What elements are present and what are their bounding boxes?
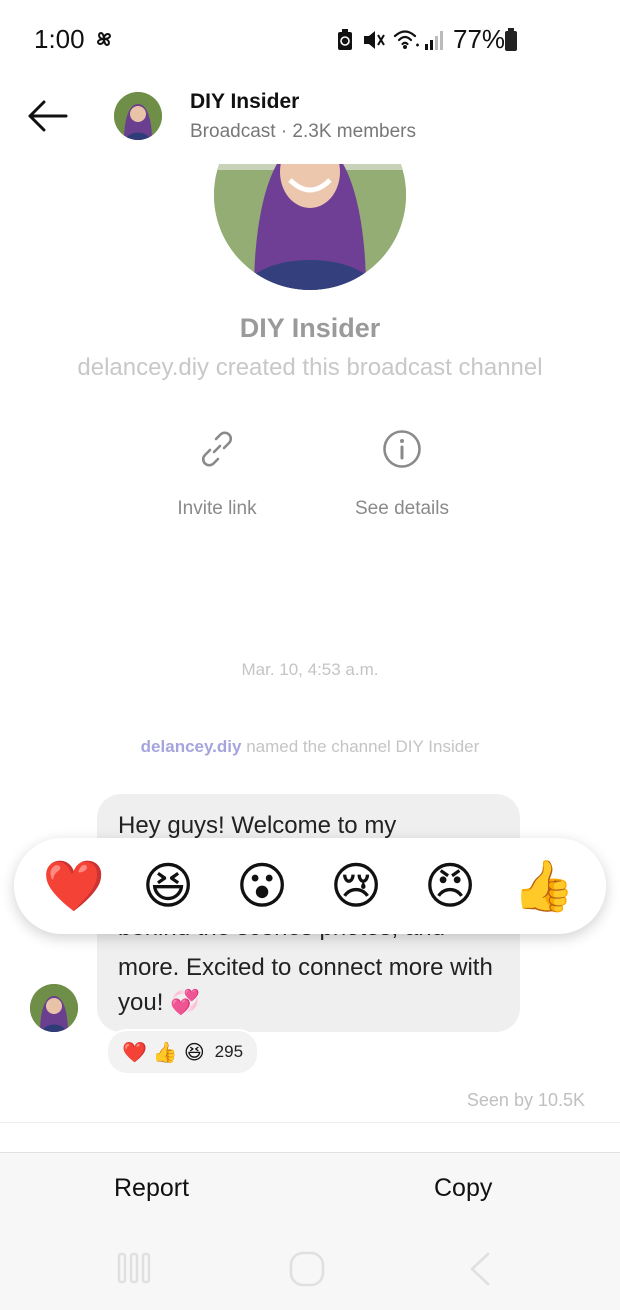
divider bbox=[0, 1122, 620, 1123]
wifi-icon bbox=[393, 30, 419, 49]
sender-avatar-illustration bbox=[30, 984, 78, 1032]
react-thumbs-up-button[interactable]: 👍 bbox=[512, 852, 576, 920]
invite-link-label: Invite link bbox=[177, 498, 257, 519]
see-details-button[interactable]: See details bbox=[322, 428, 482, 520]
reaction-count: 295 bbox=[214, 1042, 244, 1061]
link-icon bbox=[202, 431, 232, 467]
message-text-bottom: more. Excited to connect more with you! … bbox=[118, 954, 493, 1016]
message-timestamp: Mar. 10, 4:53 a.m. bbox=[241, 660, 379, 679]
react-surprised-button[interactable]: 😮 bbox=[230, 852, 294, 920]
back-arrow-icon[interactable] bbox=[26, 98, 70, 134]
invite-link-button[interactable]: Invite link bbox=[137, 428, 297, 520]
header-title[interactable]: DIY Insider bbox=[190, 90, 299, 114]
pinwheel-icon bbox=[96, 31, 112, 47]
back-nav-icon[interactable] bbox=[466, 1250, 494, 1288]
channel-name: DIY Insider bbox=[239, 313, 381, 343]
named-by-username[interactable]: delancey.diy bbox=[141, 737, 242, 756]
channel-avatar[interactable] bbox=[114, 92, 162, 140]
created-text: delancey.diy created this broadcast chan… bbox=[77, 354, 543, 381]
message-text-top: Hey guys! Welcome to my bbox=[118, 812, 397, 839]
battery-icon bbox=[505, 28, 517, 51]
react-heart-button[interactable]: ❤️ bbox=[42, 852, 106, 920]
react-laugh-button[interactable]: 😆 bbox=[136, 852, 200, 920]
home-icon[interactable] bbox=[288, 1250, 326, 1288]
named-notice-text: named the channel DIY Insider bbox=[241, 737, 480, 756]
seen-by-count: Seen by 10.5K bbox=[466, 1090, 585, 1110]
reaction-laugh: 😆 bbox=[183, 1041, 205, 1064]
mute-icon bbox=[364, 31, 385, 49]
channel-named-notice: delancey.diy named the channel DIY Insid… bbox=[0, 737, 620, 757]
info-icon bbox=[383, 430, 421, 468]
signal-icon bbox=[425, 31, 443, 50]
avatar-illustration bbox=[114, 92, 162, 140]
reaction-summary[interactable]: ❤️ 👍 😆 295 bbox=[106, 1029, 260, 1075]
react-angry-button[interactable]: 😠 bbox=[418, 852, 482, 920]
sender-avatar[interactable] bbox=[30, 984, 78, 1032]
reaction-thumbs-up: 👍 bbox=[152, 1041, 178, 1064]
header-bar bbox=[0, 60, 620, 164]
battery-percent: 77% bbox=[453, 24, 506, 54]
status-time: 1:00 bbox=[34, 24, 85, 54]
see-details-label: See details bbox=[354, 498, 449, 519]
battery-saver-icon bbox=[338, 29, 352, 50]
header-subtitle: Broadcast · 2.3K members bbox=[190, 121, 416, 142]
react-sad-button[interactable]: 😢 bbox=[324, 852, 388, 920]
recent-apps-icon[interactable] bbox=[117, 1250, 151, 1286]
reaction-heart: ❤️ bbox=[122, 1041, 147, 1064]
copy-button[interactable]: Copy bbox=[434, 1174, 492, 1203]
report-button[interactable]: Report bbox=[114, 1174, 189, 1203]
